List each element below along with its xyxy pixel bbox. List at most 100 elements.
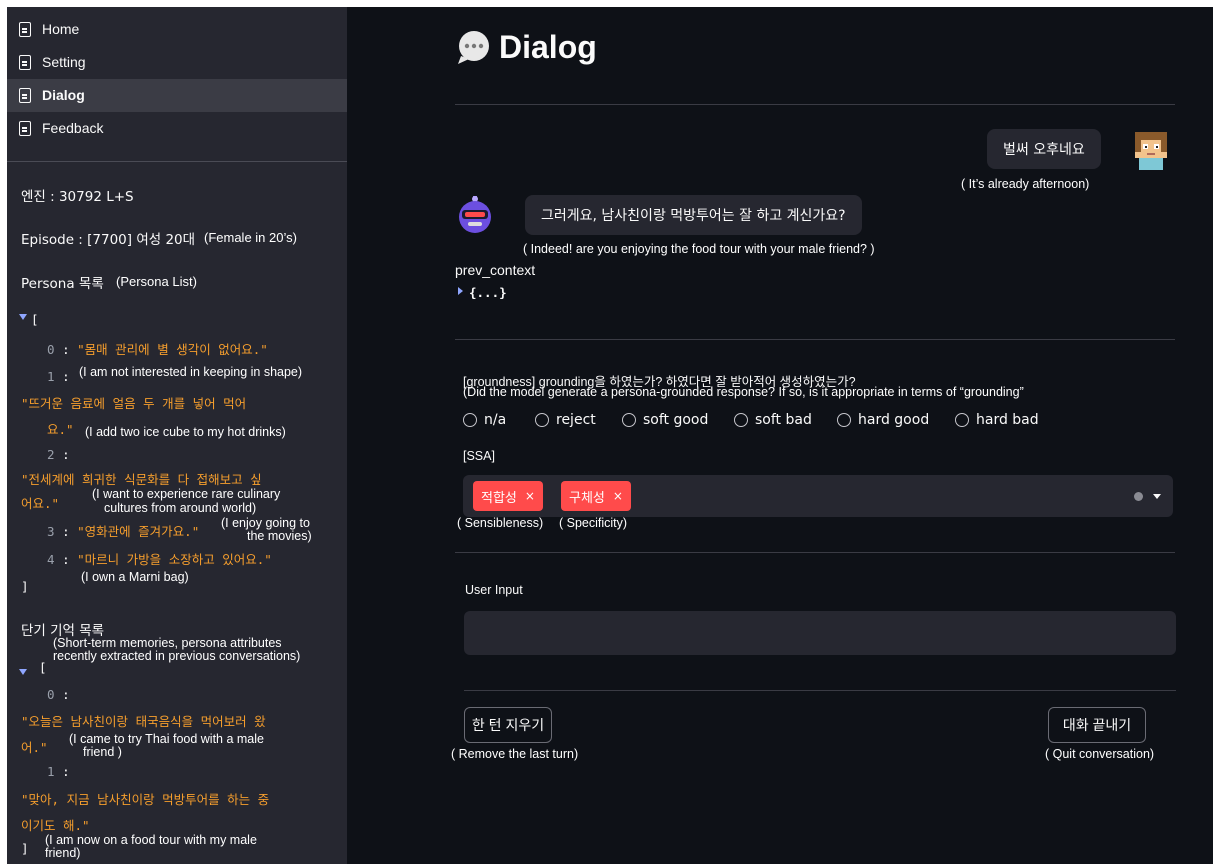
- memory-item-text: "맞아, 지금 남사친이랑 먹방투어를 하는 중: [21, 792, 270, 807]
- persona-item-text: 어요.": [21, 496, 60, 511]
- radio-hard-bad[interactable]: hard bad: [955, 411, 1039, 429]
- radio-label: hard good: [858, 412, 930, 428]
- persona-annotation: (I want to experience rare culinary: [92, 487, 281, 501]
- chevron-down-icon[interactable]: [1153, 494, 1161, 499]
- nav-label: Home: [42, 21, 80, 37]
- persona-item-text: 요.": [47, 422, 74, 437]
- collapse-caret-icon[interactable]: [19, 669, 27, 675]
- prev-context-label: prev_context: [455, 262, 536, 278]
- radio-label: n/a: [484, 412, 507, 428]
- json-open-bracket: [: [39, 660, 47, 675]
- sidebar: Home Setting Dialog Feedback 엔진 : 30792 …: [7, 7, 347, 864]
- persona-item-text: "뜨거운 음료에 얼음 두 개를 넣어 먹어: [21, 396, 247, 411]
- ssa-tag-sensibleness: 적합성 ×: [473, 481, 543, 511]
- persona-item: 3 : "영화관에 즐겨가요.": [47, 524, 200, 539]
- nav-item-home[interactable]: Home: [7, 13, 347, 46]
- section-divider: [464, 690, 1176, 691]
- nav-item-dialog[interactable]: Dialog: [7, 79, 347, 112]
- user-input-field[interactable]: [464, 611, 1176, 655]
- undo-annotation: ( Remove the last turn): [451, 747, 579, 761]
- quit-conversation-button[interactable]: 대화 끝내기: [1048, 707, 1146, 743]
- memory-item-text: 이기도 해.": [21, 818, 90, 833]
- title-divider: [455, 104, 1175, 105]
- memory-item-index: 0 :: [47, 687, 70, 702]
- persona-annotation: cultures from around world): [104, 501, 257, 515]
- ssa-annotation: ( Specificity): [559, 516, 628, 530]
- prev-context-value: {...}: [469, 285, 507, 300]
- radio-circle-icon: [463, 413, 477, 427]
- radio-circle-icon: [622, 413, 636, 427]
- expand-caret-icon[interactable]: [458, 287, 463, 295]
- json-open-bracket: [: [31, 312, 39, 327]
- nav-item-feedback[interactable]: Feedback: [7, 112, 347, 145]
- user-input-label: User Input: [465, 583, 523, 597]
- memory-item-text: 어.": [21, 740, 48, 755]
- clear-all-icon[interactable]: [1134, 492, 1143, 501]
- persona-annotation: (I am not interested in keeping in shape…: [79, 365, 303, 379]
- nav-label: Setting: [42, 54, 86, 70]
- radio-circle-icon: [955, 413, 969, 427]
- persona-annotation: (I add two ice cube to my hot drinks): [85, 425, 286, 439]
- document-icon: [19, 121, 31, 136]
- prev-context-json[interactable]: {...}: [469, 285, 507, 300]
- memory-item-index: 1 :: [47, 764, 70, 779]
- radio-soft-good[interactable]: soft good: [622, 411, 708, 429]
- collapse-caret-icon[interactable]: [19, 314, 27, 320]
- json-close-bracket: ]: [21, 841, 29, 856]
- radio-reject[interactable]: reject: [535, 411, 596, 429]
- radio-soft-bad[interactable]: soft bad: [734, 411, 812, 429]
- speech-bubble-icon: [458, 31, 489, 64]
- nav-item-setting[interactable]: Setting: [7, 46, 347, 79]
- engine-label: 엔진 : 30792 L+S: [21, 189, 134, 205]
- radio-hard-good[interactable]: hard good: [837, 411, 929, 429]
- persona-item: 0 : "몸매 관리에 별 생각이 없어요.": [47, 342, 268, 357]
- radio-circle-icon: [535, 413, 549, 427]
- persona-item-text: "전세계에 희귀한 식문화를 다 접해보고 싶: [21, 472, 262, 487]
- undo-turn-button[interactable]: 한 턴 지우기: [464, 707, 552, 743]
- ssa-tag-specificity: 구체성 ×: [561, 481, 631, 511]
- tag-label: 구체성: [569, 490, 605, 506]
- memory-annotation: friend ): [83, 745, 122, 759]
- radio-label: soft bad: [755, 412, 812, 428]
- sidebar-divider: [7, 161, 347, 162]
- ssa-label: [SSA]: [463, 449, 495, 463]
- nav-label: Feedback: [42, 120, 104, 136]
- bot-message-annotation: ( Indeed! are you enjoying the food tour…: [523, 242, 875, 256]
- json-close-bracket: ]: [21, 579, 29, 594]
- persona-list-annotation: (Persona List): [116, 274, 197, 289]
- tag-label: 적합성: [481, 490, 517, 506]
- radio-label: hard bad: [976, 412, 1039, 428]
- tag-remove-icon[interactable]: ×: [613, 489, 623, 503]
- persona-list-title: Persona 목록: [21, 276, 104, 292]
- persona-item-index: 1 :: [47, 369, 70, 384]
- nav-label: Dialog: [42, 87, 85, 103]
- quit-annotation: ( Quit conversation): [1045, 747, 1155, 761]
- persona-annotation: the movies): [247, 529, 312, 543]
- memory-item-text: "오늘은 남사친이랑 태국음식을 먹어보러 왔: [21, 714, 266, 729]
- section-divider: [455, 339, 1175, 340]
- user-message: 벌써 오후네요: [987, 129, 1101, 169]
- persona-item: 4 : "마르니 가방을 소장하고 있어요.": [47, 552, 272, 567]
- bot-avatar-icon: [459, 196, 491, 233]
- tag-remove-icon[interactable]: ×: [525, 489, 535, 503]
- document-icon: [19, 22, 31, 37]
- user-message-annotation: ( It’s already afternoon): [961, 177, 1090, 191]
- radio-label: soft good: [643, 412, 709, 428]
- radio-circle-icon: [734, 413, 748, 427]
- groundness-annotation: (Did the model generate a persona-ground…: [463, 385, 1024, 399]
- document-icon: [19, 55, 31, 70]
- episode-annotation: (Female in 20’s): [204, 230, 297, 245]
- document-icon: [19, 88, 31, 103]
- memory-annotation: friend): [45, 846, 81, 860]
- memory-list-annotation: recently extracted in previous conversat…: [53, 649, 301, 663]
- main-panel: Dialog 벌써 오후네요 ( It’s already afternoon)…: [347, 7, 1213, 864]
- ssa-annotation: ( Sensibleness): [457, 516, 544, 530]
- radio-label: reject: [556, 412, 596, 428]
- page-title: Dialog: [499, 29, 597, 65]
- persona-item-index: 2 :: [47, 447, 70, 462]
- persona-annotation: (I own a Marni bag): [81, 570, 189, 584]
- section-divider: [455, 552, 1175, 553]
- radio-na[interactable]: n/a: [463, 411, 506, 429]
- bot-message: 그러게요, 남사친이랑 먹방투어는 잘 하고 계신가요?: [525, 195, 862, 235]
- episode-label: Episode : [7700] 여성 20대: [21, 232, 196, 248]
